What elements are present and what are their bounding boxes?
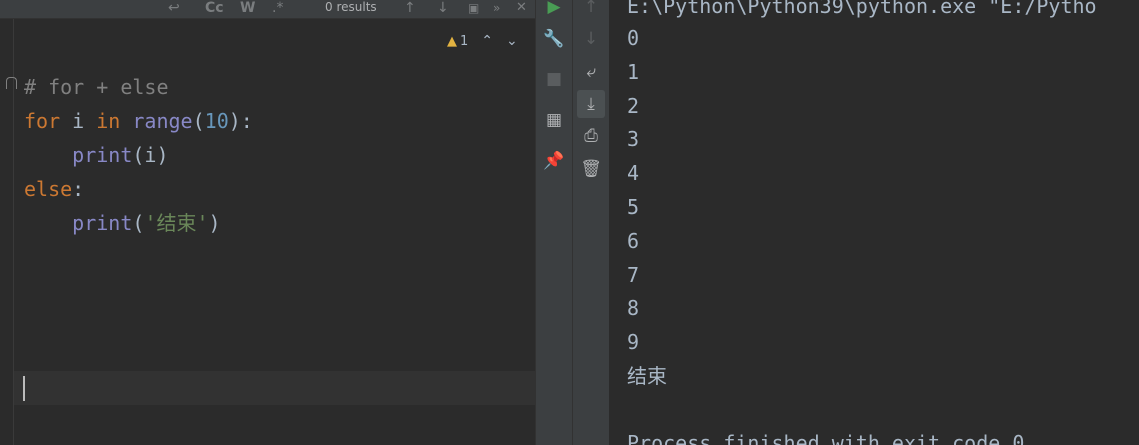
- newline-icon[interactable]: ↩: [168, 0, 180, 17]
- code-line: print(i): [24, 138, 253, 172]
- console-output-line: 3: [627, 127, 640, 152]
- inspection-widget[interactable]: ▲ 1 ⌃ ⌄: [447, 32, 518, 50]
- layout-icon[interactable]: ▦: [540, 106, 568, 134]
- code-lines: # for + else for i in range(10): print(i)…: [24, 70, 253, 240]
- down-arrow-icon[interactable]: ↓: [577, 25, 605, 53]
- console-command: E:\Python\Python39\python.exe "E:/Pytho: [627, 0, 1097, 18]
- code-token: '结束': [144, 211, 209, 235]
- warning-icon: ▲: [447, 33, 457, 49]
- code-token: 10: [204, 109, 229, 133]
- code-token: print: [72, 211, 133, 235]
- console-output-line: 9: [627, 330, 640, 355]
- run-icon[interactable]: ▶: [540, 0, 568, 21]
- code-token: range: [132, 109, 193, 133]
- code-token: i: [60, 109, 97, 133]
- code-line: # for + else: [24, 70, 253, 104]
- console-output-line: 1: [627, 59, 640, 84]
- code-line: for i in range(10):: [24, 104, 253, 138]
- console-output-line: 4: [627, 161, 640, 186]
- run-toolbar: ▶ 🔧 ■ ▦ 📌 ↑ ↓ ⤶ ⤓ ⎙ 🗑: [535, 0, 609, 445]
- toolbar-divider: [572, 0, 573, 445]
- soft-wrap-icon[interactable]: ⤶: [577, 58, 605, 86]
- up-arrow-icon[interactable]: ↑: [577, 0, 605, 21]
- scroll-to-end-icon[interactable]: ⤓: [577, 90, 605, 118]
- console-output-line: 2: [627, 93, 640, 118]
- pin-icon[interactable]: 📌: [540, 147, 568, 175]
- match-case-icon[interactable]: Cc: [205, 0, 224, 17]
- wrench-icon[interactable]: 🔧: [540, 25, 568, 53]
- code-editor[interactable]: ↩ Cc W .* 0 results ↑ ↓ ▣ » ✕ ▲ 1 ⌃ ⌄ # …: [0, 0, 535, 445]
- code-line: print('结束'): [24, 206, 253, 240]
- code-token: # for + else: [24, 75, 169, 99]
- close-icon[interactable]: ✕: [516, 0, 527, 17]
- code-token: (i): [132, 143, 169, 167]
- text-caret: [23, 376, 25, 401]
- more-icon[interactable]: »: [493, 0, 500, 17]
- console-output-line: 结束: [627, 363, 667, 388]
- regex-icon[interactable]: .*: [272, 0, 283, 17]
- console-output-line: 0: [627, 26, 640, 50]
- prev-occurrence-icon[interactable]: ↑: [404, 0, 416, 17]
- code-line: else:: [24, 172, 253, 206]
- warning-count: 1: [460, 33, 469, 49]
- console-output-line: 6: [627, 228, 640, 253]
- trash-icon[interactable]: 🗑: [577, 155, 605, 183]
- fold-icon[interactable]: [6, 77, 17, 89]
- next-occurrence-icon[interactable]: ↓: [437, 0, 449, 17]
- code-token: in: [96, 109, 121, 133]
- code-token: ): [208, 211, 221, 235]
- find-bar: ↩ Cc W .* 0 results ↑ ↓ ▣ » ✕: [0, 0, 535, 19]
- console-finish-message: Process finished with exit code 0: [627, 431, 1025, 445]
- console-output-line: 8: [627, 296, 640, 321]
- prev-problem-icon[interactable]: ⌃: [481, 33, 493, 49]
- open-in-window-icon[interactable]: ▣: [468, 0, 479, 17]
- console-output-line: 7: [627, 262, 640, 287]
- code-token: :: [72, 177, 85, 201]
- whole-word-icon[interactable]: W: [240, 0, 255, 17]
- stop-icon[interactable]: ■: [540, 65, 568, 93]
- code-token: else: [24, 177, 73, 201]
- next-problem-icon[interactable]: ⌄: [506, 33, 518, 49]
- code-token: for: [24, 109, 61, 133]
- code-token: (: [132, 211, 145, 235]
- code-token: (: [192, 109, 205, 133]
- print-icon[interactable]: ⎙: [577, 122, 605, 150]
- current-line-highlight: [14, 371, 535, 405]
- code-token: ):: [228, 109, 253, 133]
- run-console[interactable]: E:\Python\Python39\python.exe "E:/Pytho …: [609, 0, 1139, 445]
- console-output: 0 1 2 3 4 5 6 7 8 9 结束: [627, 22, 667, 394]
- console-output-line: 5: [627, 194, 640, 219]
- code-token: print: [72, 143, 133, 167]
- search-results-count: 0 results: [325, 0, 377, 14]
